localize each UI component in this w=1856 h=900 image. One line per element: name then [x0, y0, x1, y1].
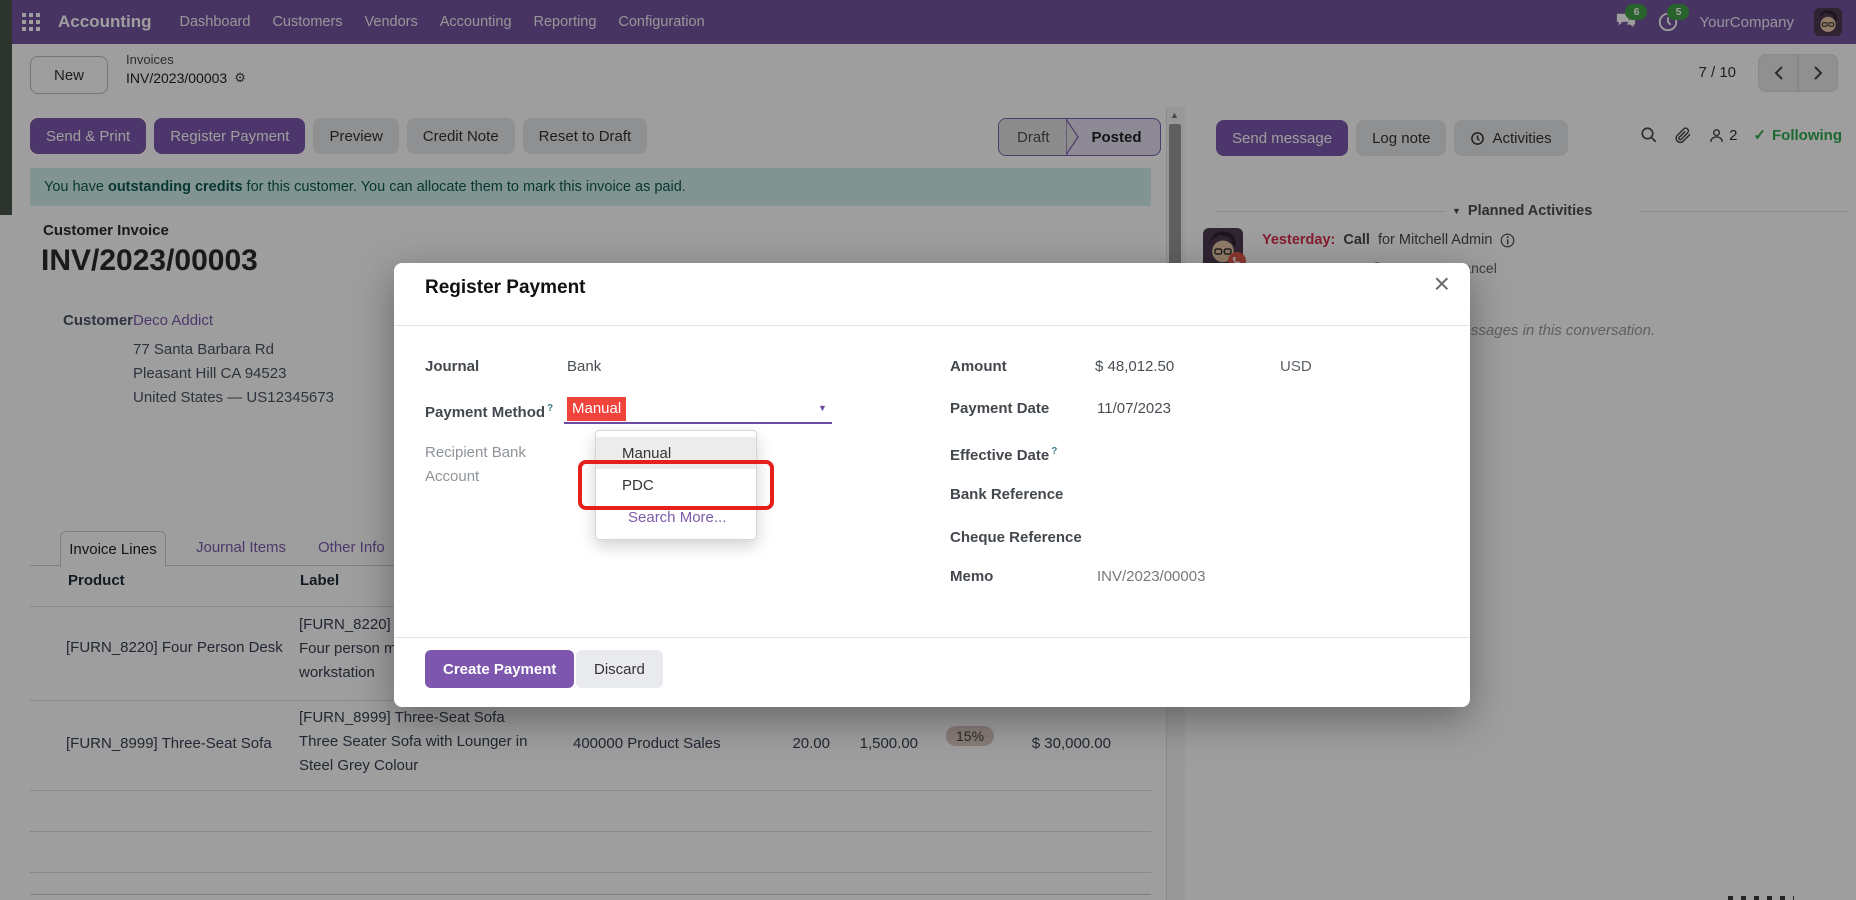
currency-value[interactable]: USD — [1280, 357, 1312, 377]
dropdown-search-more[interactable]: Search More... — [596, 501, 756, 533]
help-question-icon[interactable]: ? — [547, 403, 553, 414]
effective-date-label-text: Effective Date — [950, 447, 1049, 464]
effective-date-label: Effective Date? — [950, 442, 1057, 466]
amount-label: Amount — [950, 357, 1007, 377]
help-question-icon[interactable]: ? — [1051, 446, 1057, 457]
payment-method-input[interactable]: Manual — [567, 397, 626, 421]
payment-method-input-underline — [564, 422, 832, 424]
recipient-label-line: Account — [425, 465, 526, 489]
payment-date-value[interactable]: 11/07/2023 — [1097, 399, 1171, 419]
memo-value[interactable]: INV/2023/00003 — [1097, 567, 1205, 587]
payment-method-label-text: Payment Method — [425, 404, 545, 421]
discard-button[interactable]: Discard — [576, 650, 663, 688]
payment-date-label: Payment Date — [950, 399, 1049, 419]
dropdown-option-manual[interactable]: Manual — [596, 437, 756, 469]
memo-label: Memo — [950, 567, 993, 587]
close-icon[interactable]: × — [1434, 269, 1450, 299]
cheque-reference-label: Cheque Reference — [950, 528, 1082, 548]
modal-title: Register Payment — [425, 277, 586, 299]
payment-method-label: Payment Method? — [425, 399, 553, 423]
journal-label: Journal — [425, 357, 479, 377]
recipient-bank-account-label: Recipient Bank Account — [425, 441, 526, 489]
dropdown-caret-icon[interactable]: ▼ — [818, 403, 827, 413]
modal-footer-divider — [394, 637, 1470, 638]
dropdown-option-pdc[interactable]: PDC — [596, 469, 756, 501]
journal-value[interactable]: Bank — [567, 357, 601, 377]
odoo-accounting-app: Accounting Dashboard Customers Vendors A… — [0, 0, 1856, 900]
recipient-label-line: Recipient Bank — [425, 441, 526, 465]
amount-value[interactable]: $ 48,012.50 — [1095, 357, 1174, 377]
modal-header-divider — [394, 325, 1470, 326]
create-payment-button[interactable]: Create Payment — [425, 650, 574, 688]
bank-reference-label: Bank Reference — [950, 485, 1063, 505]
payment-method-dropdown: Manual PDC Search More... — [595, 430, 757, 540]
register-payment-modal: Register Payment × Journal Bank Payment … — [394, 263, 1470, 707]
